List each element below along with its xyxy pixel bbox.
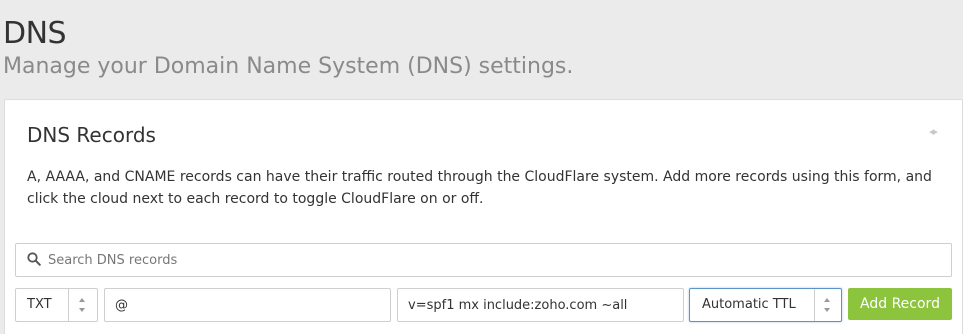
record-name-input[interactable] [104,288,391,322]
search-input[interactable] [48,244,938,276]
ttl-select[interactable]: Automatic TTL [689,288,842,322]
card-description: A, AAAA, and CNAME records can have thei… [27,169,932,207]
select-divider [68,289,69,321]
search-icon [27,252,41,266]
record-type-value: TXT [27,297,52,312]
ttl-value: Automatic TTL [702,297,796,312]
search-box[interactable] [15,243,952,277]
select-arrows-icon [824,298,832,312]
card-title: DNS Records [27,123,156,147]
page-subtitle: Manage your Domain Name System (DNS) set… [3,54,574,79]
select-divider [814,289,815,321]
record-type-select[interactable]: TXT [15,288,98,322]
record-content-input[interactable] [397,288,684,322]
add-record-button[interactable]: Add Record [848,288,952,320]
expand-collapse-icon[interactable]: ◂▸ [929,125,938,138]
select-arrows-icon [79,298,87,312]
page-title: DNS [3,16,67,51]
page-header: DNS Manage your Domain Name System (DNS)… [3,14,573,82]
dns-records-card: DNS Records ◂▸ A, AAAA, and CNAME record… [4,99,963,334]
